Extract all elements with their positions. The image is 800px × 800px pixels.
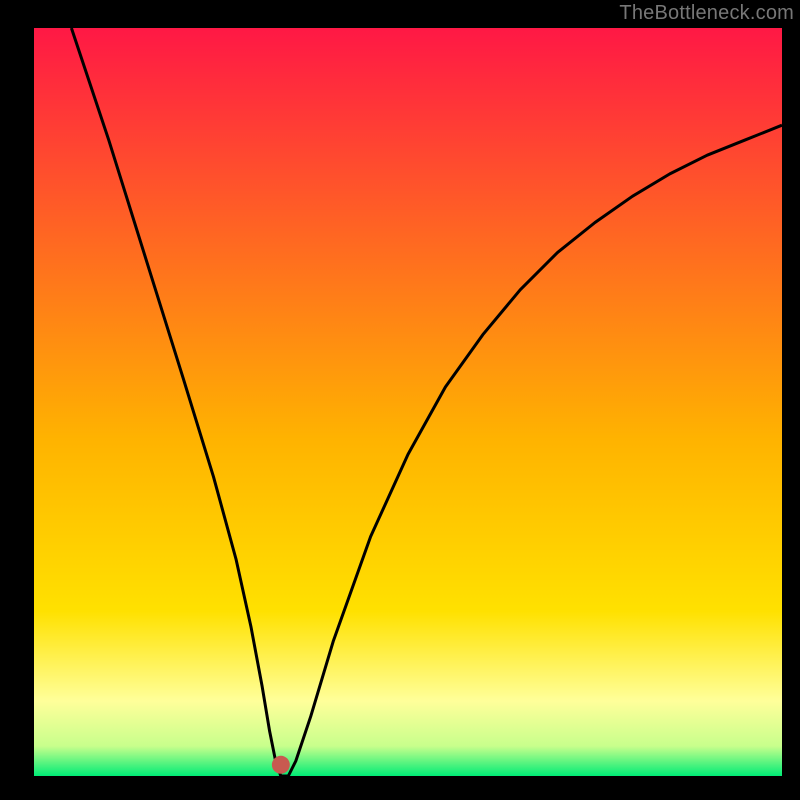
minimum-dot [272, 756, 290, 774]
plot-background [34, 28, 782, 776]
attribution-text: TheBottleneck.com [619, 2, 794, 25]
chart-container: { "attribution": "TheBottleneck.com", "c… [0, 0, 800, 800]
bottleneck-chart [0, 0, 800, 800]
